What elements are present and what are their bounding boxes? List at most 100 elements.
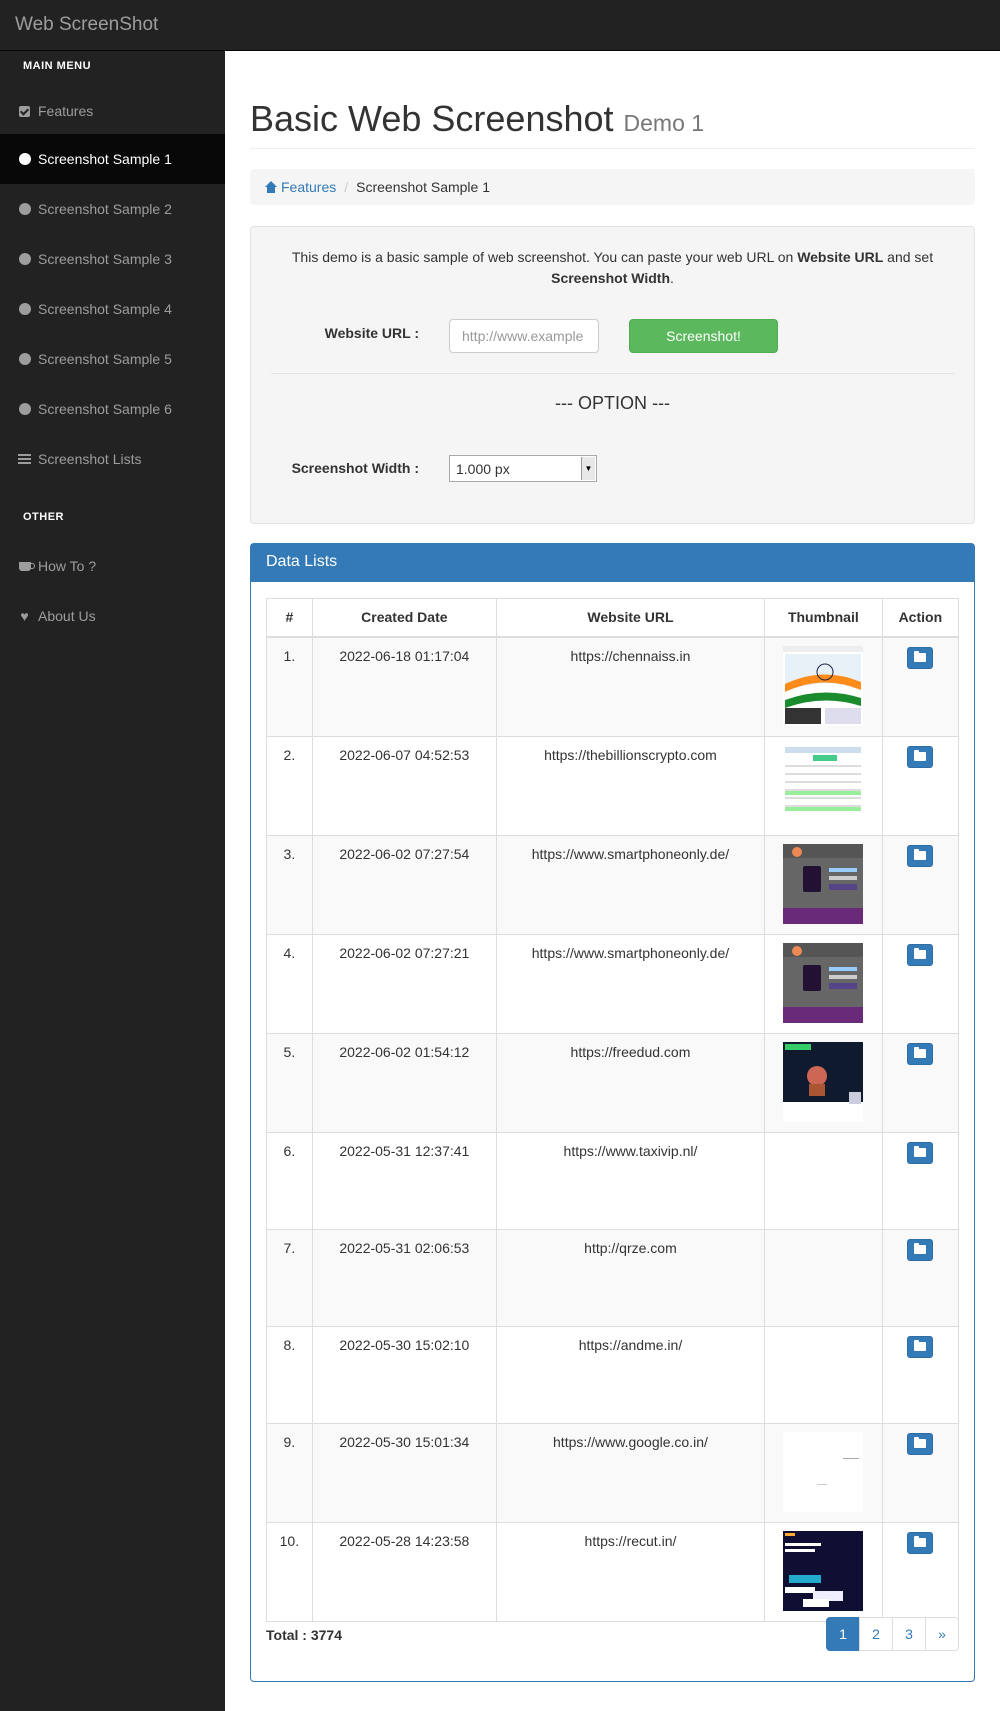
home-icon (265, 181, 277, 193)
website-url: https://freedud.com (495, 1032, 766, 1133)
row-number: 6. (266, 1131, 313, 1230)
intro-text: This demo is a basic sample of web scree… (291, 249, 798, 265)
circle-icon (18, 153, 31, 166)
list-icon (18, 453, 31, 466)
thumbnail-image[interactable] (783, 942, 864, 1023)
screenshot-button[interactable]: Screenshot! (629, 319, 778, 353)
screenshot-form: This demo is a basic sample of web scree… (250, 226, 975, 524)
created-date: 2022-05-31 02:06:53 (311, 1228, 497, 1327)
action-cell (881, 1228, 960, 1327)
created-date: 2022-06-02 07:27:54 (311, 834, 497, 935)
row-number: 9. (266, 1422, 313, 1523)
folder-open-icon (914, 1047, 927, 1058)
data-table: # Created Date Website URL Thumbnail Act… (266, 598, 960, 1622)
url-label: Website URL : (324, 325, 419, 341)
thumbnail-image[interactable] (783, 1530, 864, 1611)
thumbnail-image[interactable] (783, 744, 864, 825)
sidebar-item-label: Screenshot Sample 1 (38, 151, 172, 167)
pagination-page[interactable]: 3 (892, 1617, 926, 1651)
open-folder-button[interactable] (907, 646, 934, 669)
sidebar-item-screenshot-lists[interactable]: Screenshot Lists (0, 434, 225, 484)
thumbnail-cell (764, 1032, 883, 1133)
folder-open-icon (914, 1536, 927, 1547)
sidebar-header-other: OTHER (23, 511, 64, 523)
breadcrumb-home-link[interactable]: Features (265, 179, 336, 195)
chevron-down-icon[interactable]: ▼ (581, 457, 595, 480)
folder-open-icon (914, 750, 927, 761)
sidebar-item-sample-4[interactable]: Screenshot Sample 4 (0, 284, 225, 334)
action-cell (881, 1521, 960, 1622)
top-navbar: Web ScreenShot (0, 0, 1000, 51)
folder-open-icon (914, 948, 927, 959)
sidebar-item-features[interactable]: Features (0, 86, 225, 136)
website-url-input[interactable] (449, 319, 599, 353)
sidebar-item-sample-1[interactable]: Screenshot Sample 1 (0, 134, 225, 184)
open-folder-button[interactable] (907, 1335, 934, 1358)
open-folder-button[interactable] (907, 844, 934, 867)
sidebar-item-sample-3[interactable]: Screenshot Sample 3 (0, 234, 225, 284)
sidebar-item-sample-2[interactable]: Screenshot Sample 2 (0, 184, 225, 234)
thumbnail-cell (764, 1131, 883, 1230)
folder-open-icon (914, 849, 927, 860)
sidebar-item-label: Screenshot Sample 6 (38, 401, 172, 417)
width-label: Screenshot Width : (291, 460, 419, 476)
circle-icon (18, 303, 31, 316)
table-row: 10. 2022-05-28 14:23:58 https://recut.in/ (266, 1521, 960, 1622)
open-folder-button[interactable] (907, 1042, 934, 1065)
created-date: 2022-06-18 01:17:04 (311, 636, 497, 737)
row-number: 8. (266, 1325, 313, 1424)
pagination: 1 2 3» (826, 1617, 959, 1651)
thumbnail-image[interactable] (783, 1041, 864, 1122)
intro-text: and set (883, 249, 934, 265)
pagination-next[interactable]: » (925, 1617, 959, 1651)
brand-link[interactable]: Web ScreenShot (15, 14, 158, 36)
intro-bold-url: Website URL (797, 249, 884, 265)
open-folder-button[interactable] (907, 1141, 934, 1164)
action-cell (881, 735, 960, 836)
sidebar-item-how-to[interactable]: How To ? (0, 541, 225, 591)
sidebar-item-label: Screenshot Sample 5 (38, 351, 172, 367)
pagination-page[interactable]: 1 (826, 1617, 860, 1651)
row-number: 1. (266, 636, 313, 737)
sidebar-item-sample-5[interactable]: Screenshot Sample 5 (0, 334, 225, 384)
option-header: --- OPTION --- (555, 393, 670, 413)
thumbnail-image[interactable] (783, 645, 864, 726)
thumbnail-cell (764, 735, 883, 836)
website-url: https://www.smartphoneonly.de/ (495, 933, 766, 1034)
table-row: 1. 2022-06-18 01:17:04 https://chennaiss.i… (266, 636, 960, 737)
open-folder-button[interactable] (907, 745, 934, 768)
row-number: 7. (266, 1228, 313, 1327)
sidebar-item-label: How To ? (38, 558, 97, 574)
circle-icon (18, 253, 31, 266)
created-date: 2022-05-31 12:37:41 (311, 1131, 497, 1230)
action-cell (881, 1422, 960, 1523)
thumbnail-cell (764, 1422, 883, 1523)
total-count: Total : 3774 (266, 1627, 342, 1643)
column-header: Created Date (311, 598, 497, 638)
sidebar-item-sample-6[interactable]: Screenshot Sample 6 (0, 384, 225, 434)
thumbnail-image[interactable] (783, 1431, 864, 1512)
row-number: 4. (266, 933, 313, 1034)
pagination-page[interactable]: 2 (859, 1617, 893, 1651)
sidebar: MAIN MENU Features Screenshot Sample 1 S… (0, 51, 225, 1711)
table-header-row: # Created Date Website URL Thumbnail Act… (266, 598, 960, 638)
row-number: 2. (266, 735, 313, 836)
table-row: 8. 2022-05-30 15:02:10 https://andme.in/ (266, 1325, 960, 1424)
width-select-value: 1.000 px (456, 460, 510, 477)
open-folder-button[interactable] (907, 943, 934, 966)
thumbnail-image[interactable] (783, 843, 864, 924)
column-header: Website URL (495, 598, 766, 638)
sidebar-item-label: About Us (38, 608, 96, 624)
open-folder-button[interactable] (907, 1531, 934, 1554)
sidebar-item-label: Screenshot Sample 4 (38, 301, 172, 317)
sidebar-item-about-us[interactable]: ♥ About Us (0, 591, 225, 641)
created-date: 2022-05-28 14:23:58 (311, 1521, 497, 1622)
row-number: 10. (266, 1521, 313, 1622)
folder-open-icon (914, 1146, 927, 1157)
screenshot-width-select[interactable]: 1.000 px ▼ (449, 455, 597, 482)
open-folder-button[interactable] (907, 1238, 934, 1261)
website-url: https://chennaiss.in (495, 636, 766, 737)
created-date: 2022-05-30 15:02:10 (311, 1325, 497, 1424)
open-folder-button[interactable] (907, 1432, 934, 1455)
circle-icon (18, 353, 31, 366)
